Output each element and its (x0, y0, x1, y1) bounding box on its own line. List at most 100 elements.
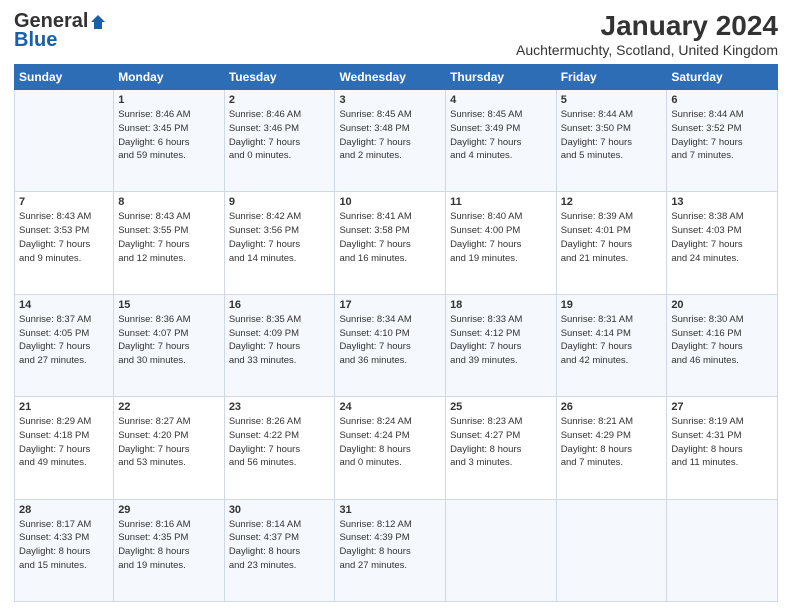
cell-line: Sunrise: 8:46 AM (229, 108, 331, 122)
cell-line: Daylight: 7 hours (229, 238, 331, 252)
calendar-cell: 3Sunrise: 8:45 AMSunset: 3:48 PMDaylight… (335, 90, 446, 192)
cell-line: Daylight: 7 hours (671, 238, 773, 252)
cell-line: Sunrise: 8:44 AM (671, 108, 773, 122)
cell-line: Sunrise: 8:31 AM (561, 313, 663, 327)
cell-line: and 24 minutes. (671, 252, 773, 266)
day-number: 25 (450, 401, 552, 413)
cell-line: Sunrise: 8:24 AM (339, 415, 441, 429)
day-number: 28 (19, 504, 109, 516)
day-number: 29 (118, 504, 220, 516)
cell-line: and 30 minutes. (118, 354, 220, 368)
cell-line: and 59 minutes. (118, 149, 220, 163)
day-number: 12 (561, 196, 663, 208)
cell-line: Sunset: 4:09 PM (229, 327, 331, 341)
day-number: 18 (450, 299, 552, 311)
day-number: 19 (561, 299, 663, 311)
cell-content: Sunrise: 8:17 AMSunset: 4:33 PMDaylight:… (19, 518, 109, 573)
calendar-row: 14Sunrise: 8:37 AMSunset: 4:05 PMDayligh… (15, 294, 778, 396)
calendar-cell: 15Sunrise: 8:36 AMSunset: 4:07 PMDayligh… (114, 294, 225, 396)
cell-line: Sunset: 3:58 PM (339, 224, 441, 238)
cell-line: Sunrise: 8:43 AM (118, 210, 220, 224)
col-header-tuesday: Tuesday (224, 65, 335, 90)
cell-line: Sunset: 4:14 PM (561, 327, 663, 341)
cell-content: Sunrise: 8:21 AMSunset: 4:29 PMDaylight:… (561, 415, 663, 470)
calendar-cell: 22Sunrise: 8:27 AMSunset: 4:20 PMDayligh… (114, 397, 225, 499)
cell-content: Sunrise: 8:14 AMSunset: 4:37 PMDaylight:… (229, 518, 331, 573)
cell-line: Sunrise: 8:39 AM (561, 210, 663, 224)
day-number: 13 (671, 196, 773, 208)
calendar-row: 7Sunrise: 8:43 AMSunset: 3:53 PMDaylight… (15, 192, 778, 294)
cell-line: Sunrise: 8:36 AM (118, 313, 220, 327)
cell-content: Sunrise: 8:39 AMSunset: 4:01 PMDaylight:… (561, 210, 663, 265)
cell-content: Sunrise: 8:31 AMSunset: 4:14 PMDaylight:… (561, 313, 663, 368)
cell-line: Sunrise: 8:34 AM (339, 313, 441, 327)
cell-line: and 9 minutes. (19, 252, 109, 266)
calendar-cell: 6Sunrise: 8:44 AMSunset: 3:52 PMDaylight… (667, 90, 778, 192)
cell-line: Sunset: 4:35 PM (118, 531, 220, 545)
cell-line: and 21 minutes. (561, 252, 663, 266)
cell-content: Sunrise: 8:43 AMSunset: 3:55 PMDaylight:… (118, 210, 220, 265)
cell-line: Daylight: 7 hours (339, 136, 441, 150)
cell-line: and 0 minutes. (229, 149, 331, 163)
cell-line: Sunset: 4:16 PM (671, 327, 773, 341)
day-number: 14 (19, 299, 109, 311)
cell-line: Sunset: 4:18 PM (19, 429, 109, 443)
calendar-cell: 11Sunrise: 8:40 AMSunset: 4:00 PMDayligh… (446, 192, 557, 294)
cell-line: and 19 minutes. (450, 252, 552, 266)
col-header-monday: Monday (114, 65, 225, 90)
cell-line: Sunset: 4:00 PM (450, 224, 552, 238)
cell-content: Sunrise: 8:45 AMSunset: 3:49 PMDaylight:… (450, 108, 552, 163)
cell-line: and 42 minutes. (561, 354, 663, 368)
cell-line: Daylight: 7 hours (450, 238, 552, 252)
cell-line: Sunset: 4:24 PM (339, 429, 441, 443)
cell-line: Sunset: 4:31 PM (671, 429, 773, 443)
day-number: 31 (339, 504, 441, 516)
day-number: 20 (671, 299, 773, 311)
cell-line: and 46 minutes. (671, 354, 773, 368)
main-title: January 2024 (516, 10, 778, 42)
cell-line: Daylight: 8 hours (339, 545, 441, 559)
day-number: 30 (229, 504, 331, 516)
cell-content: Sunrise: 8:23 AMSunset: 4:27 PMDaylight:… (450, 415, 552, 470)
cell-content: Sunrise: 8:29 AMSunset: 4:18 PMDaylight:… (19, 415, 109, 470)
cell-content: Sunrise: 8:46 AMSunset: 3:46 PMDaylight:… (229, 108, 331, 163)
cell-line: Sunset: 4:20 PM (118, 429, 220, 443)
cell-line: Sunrise: 8:38 AM (671, 210, 773, 224)
day-number: 2 (229, 94, 331, 106)
calendar-cell: 8Sunrise: 8:43 AMSunset: 3:55 PMDaylight… (114, 192, 225, 294)
cell-line: Sunset: 4:27 PM (450, 429, 552, 443)
cell-content: Sunrise: 8:16 AMSunset: 4:35 PMDaylight:… (118, 518, 220, 573)
cell-content: Sunrise: 8:42 AMSunset: 3:56 PMDaylight:… (229, 210, 331, 265)
cell-line: Sunrise: 8:33 AM (450, 313, 552, 327)
day-number: 21 (19, 401, 109, 413)
calendar-cell: 4Sunrise: 8:45 AMSunset: 3:49 PMDaylight… (446, 90, 557, 192)
cell-line: Daylight: 7 hours (339, 238, 441, 252)
sub-title: Auchtermuchty, Scotland, United Kingdom (516, 42, 778, 58)
cell-content: Sunrise: 8:43 AMSunset: 3:53 PMDaylight:… (19, 210, 109, 265)
cell-line: and 7 minutes. (561, 456, 663, 470)
cell-line: and 39 minutes. (450, 354, 552, 368)
day-number: 17 (339, 299, 441, 311)
col-header-wednesday: Wednesday (335, 65, 446, 90)
cell-line: and 27 minutes. (339, 559, 441, 573)
cell-line: Sunset: 4:22 PM (229, 429, 331, 443)
cell-line: Sunset: 4:12 PM (450, 327, 552, 341)
logo-icon (89, 13, 107, 31)
calendar-row: 1Sunrise: 8:46 AMSunset: 3:45 PMDaylight… (15, 90, 778, 192)
cell-line: Daylight: 7 hours (561, 238, 663, 252)
cell-line: and 36 minutes. (339, 354, 441, 368)
cell-line: Daylight: 7 hours (561, 136, 663, 150)
cell-line: Sunrise: 8:17 AM (19, 518, 109, 532)
cell-line: Daylight: 7 hours (671, 136, 773, 150)
cell-content: Sunrise: 8:24 AMSunset: 4:24 PMDaylight:… (339, 415, 441, 470)
cell-content: Sunrise: 8:38 AMSunset: 4:03 PMDaylight:… (671, 210, 773, 265)
cell-line: Daylight: 7 hours (118, 238, 220, 252)
cell-line: Sunrise: 8:44 AM (561, 108, 663, 122)
calendar-cell (446, 499, 557, 601)
calendar-cell: 5Sunrise: 8:44 AMSunset: 3:50 PMDaylight… (556, 90, 667, 192)
cell-line: Sunrise: 8:16 AM (118, 518, 220, 532)
cell-content: Sunrise: 8:27 AMSunset: 4:20 PMDaylight:… (118, 415, 220, 470)
title-block: January 2024 Auchtermuchty, Scotland, Un… (516, 10, 778, 58)
day-number: 27 (671, 401, 773, 413)
cell-line: Daylight: 7 hours (339, 340, 441, 354)
